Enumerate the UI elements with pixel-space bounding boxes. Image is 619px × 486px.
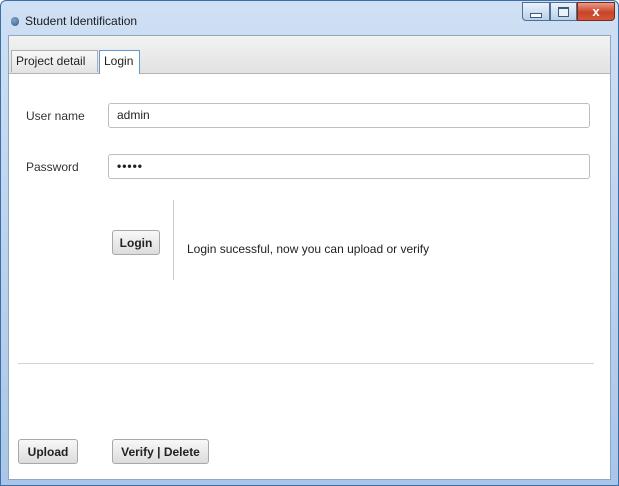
tab-login[interactable]: Login xyxy=(99,50,140,74)
maximize-icon xyxy=(558,6,569,17)
window-title: Student Identification xyxy=(25,14,138,28)
login-status-message: Login sucessful, now you can upload or v… xyxy=(187,242,430,256)
upload-button[interactable]: Upload xyxy=(18,439,78,464)
minimize-button[interactable] xyxy=(522,2,550,21)
app-window: Student Identification x Project detail … xyxy=(0,0,619,486)
login-button[interactable]: Login xyxy=(112,230,160,255)
vertical-separator xyxy=(173,200,174,280)
password-label: Password xyxy=(26,160,79,174)
horizontal-separator xyxy=(18,363,594,364)
window-content: Project detail Login User name admin Pas… xyxy=(8,35,611,480)
app-icon xyxy=(11,17,19,26)
title-bar[interactable]: Student Identification x xyxy=(1,1,618,35)
close-button[interactable]: x xyxy=(577,2,615,21)
username-input[interactable]: admin xyxy=(108,103,590,128)
tab-project-detail[interactable]: Project detail xyxy=(11,50,98,72)
verify-delete-button[interactable]: Verify | Delete xyxy=(112,439,209,464)
password-input[interactable]: ••••• xyxy=(108,154,590,179)
minimize-icon xyxy=(530,12,542,18)
maximize-button[interactable] xyxy=(550,2,577,21)
close-icon: x xyxy=(592,4,600,19)
tab-bar: Project detail Login xyxy=(9,36,610,74)
username-label: User name xyxy=(26,109,85,123)
